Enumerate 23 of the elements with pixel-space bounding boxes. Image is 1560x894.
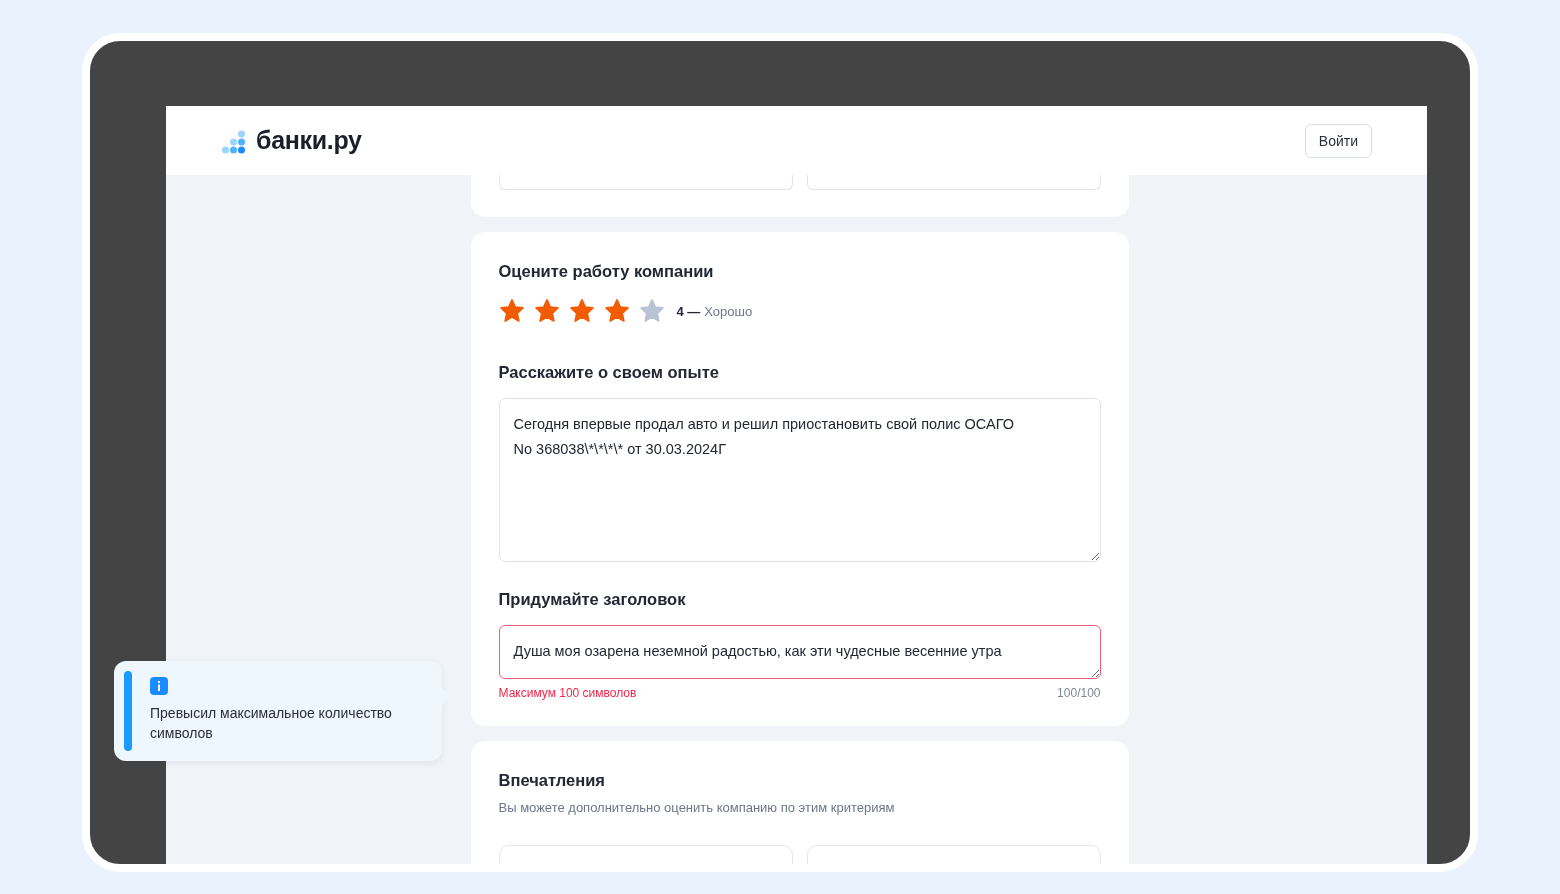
section-title: Оцените работу компании <box>498 262 715 281</box>
headline-field[interactable]: Душа моя озарена неземной радостью, как эти чудесные весенние утра <box>498 625 1101 679</box>
input-field[interactable] <box>498 175 793 190</box>
star-icon[interactable] <box>568 298 595 324</box>
star-rating[interactable] <box>498 298 665 324</box>
star-icon[interactable] <box>603 298 630 324</box>
info-icon <box>150 677 168 695</box>
section-subtitle: Вы можете дополнительно оценить компанию по этим критериям <box>498 800 896 815</box>
review-textarea[interactable]: Сегодня впервые продал авто и решил приостановить свой полис ОСАГО No 368038\*\*\*\* от 30.03.2024Г <box>498 398 1101 562</box>
rating-score: 4 — <box>676 303 701 319</box>
star-icon[interactable] <box>498 298 525 324</box>
section-title: Расскажите о своем опыте <box>498 363 720 382</box>
error-message: Максимум 100 символов <box>498 686 637 700</box>
section-title: Впечатления <box>498 771 606 790</box>
star-icon[interactable] <box>638 298 665 324</box>
login-button[interactable]: Войти <box>1304 123 1372 158</box>
star-icon[interactable] <box>533 298 560 324</box>
input-field[interactable] <box>806 175 1101 190</box>
section-title: Придумайте заголовок <box>498 590 687 609</box>
character-counter: 100/100 <box>1057 686 1101 700</box>
logo-text[interactable]: банки.ру <box>256 126 362 155</box>
rating-label: Хорошо <box>704 303 753 319</box>
tooltip-text: Превысил максимальное количество символов <box>150 704 393 743</box>
